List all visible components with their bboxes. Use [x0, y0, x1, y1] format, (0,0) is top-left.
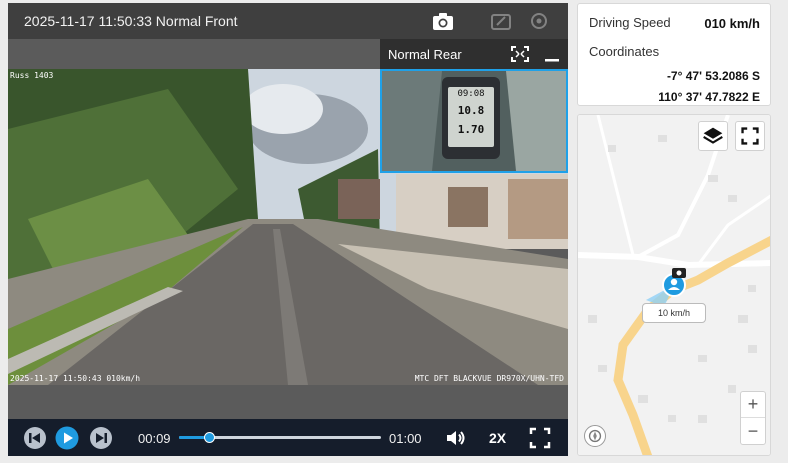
- seek-bar[interactable]: [179, 432, 381, 443]
- minimize-icon[interactable]: [542, 45, 562, 63]
- playback-controls: 00:09 01:00 2X: [8, 419, 568, 456]
- fullscreen-icon: [741, 127, 759, 145]
- volume-icon[interactable]: [444, 426, 468, 450]
- driving-speed-value: 010 km/h: [704, 16, 760, 31]
- video-stage[interactable]: Russ 1403 2025-11-17 11:50:43 010km/h MT…: [8, 39, 568, 419]
- compass-icon[interactable]: [584, 425, 606, 447]
- speedometer-distance: 1.70: [457, 123, 485, 136]
- coordinates-label: Coordinates: [589, 44, 660, 59]
- layers-icon: [703, 127, 723, 144]
- edit-icon: [491, 14, 511, 30]
- front-camera-title: 2025-11-17 11:50:33 Normal Front: [24, 13, 238, 29]
- rear-speedometer: 09:08 10.8 1.70: [442, 77, 500, 159]
- zoom-out-button[interactable]: −: [741, 419, 765, 445]
- speedometer-screen: 09:08 10.8 1.70: [448, 87, 494, 147]
- osd-device-label: Russ 1403: [10, 71, 54, 80]
- skip-back-icon[interactable]: [23, 426, 47, 450]
- settings-icon: [531, 13, 547, 29]
- player-header: 2025-11-17 11:50:33 Normal Front: [8, 3, 568, 39]
- map-zoom-control: + −: [740, 391, 766, 445]
- rear-camera-header: Normal Rear: [380, 39, 568, 69]
- trip-info-card: Driving Speed 010 km/h Coordinates -7° 4…: [577, 3, 771, 106]
- rear-camera-title: Normal Rear: [388, 47, 462, 62]
- speedometer-speed: 10.8: [457, 104, 485, 117]
- rear-video-frame[interactable]: 09:08 10.8 1.70: [380, 69, 568, 173]
- driving-speed-label: Driving Speed: [589, 15, 671, 30]
- map-layers-button[interactable]: [698, 121, 728, 151]
- map-speed-tag: 10 km/h: [642, 303, 706, 323]
- osd-device-model: MTC DFT BLACKVUE DR970X/UHN-TFD: [414, 374, 564, 383]
- play-icon[interactable]: [55, 426, 79, 450]
- expand-icon[interactable]: [510, 45, 530, 63]
- playback-rate-button[interactable]: 2X: [489, 430, 506, 446]
- longitude-value: 110° 37' 47.7822 E: [658, 90, 760, 104]
- video-player: 2025-11-17 11:50:33 Normal Front Russ 14…: [8, 3, 568, 456]
- current-time: 00:09: [138, 431, 171, 446]
- fullscreen-icon[interactable]: [528, 426, 552, 450]
- speedometer-time: 09:08: [457, 89, 485, 99]
- skip-forward-icon[interactable]: [89, 426, 113, 450]
- zoom-in-button[interactable]: +: [741, 392, 765, 418]
- location-map[interactable]: 10 km/h + −: [577, 114, 771, 456]
- total-time: 01:00: [389, 431, 422, 446]
- camera-badge-icon: [672, 268, 686, 278]
- camera-icon[interactable]: [432, 11, 454, 31]
- latitude-value: -7° 47' 53.2086 S: [666, 69, 760, 83]
- osd-timestamp-speed: 2025-11-17 11:50:43 010km/h: [10, 374, 141, 383]
- dashcam-viewer: 2025-11-17 11:50:33 Normal Front Russ 14…: [0, 0, 788, 463]
- seek-bar-handle[interactable]: [204, 432, 216, 443]
- map-fullscreen-button[interactable]: [735, 121, 765, 151]
